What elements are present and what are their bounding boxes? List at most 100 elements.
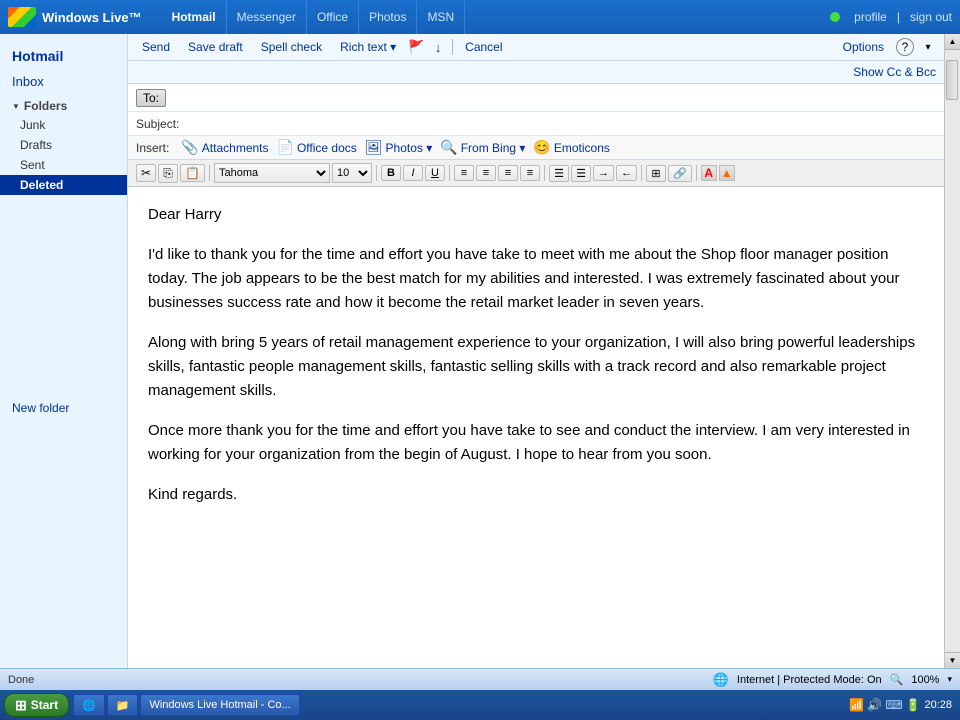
send-button[interactable]: Send [136,38,176,56]
outdent-button[interactable]: ← [616,165,637,181]
browser-window: Windows Live™ Hotmail Messenger Office P… [0,0,960,720]
insert-from-bing[interactable]: 🔍 From Bing ▾ [440,139,525,156]
help-icon[interactable]: ? [896,38,914,56]
windows-live-logo: Windows Live™ [8,7,162,27]
sidebar-brand: Hotmail [0,42,127,70]
nav-hotmail[interactable]: Hotmail [162,0,227,34]
tray-icon-3: ⌨ [885,698,902,712]
font-color-icon: A [704,166,713,180]
arrow-icon[interactable]: ▾ [920,39,936,55]
format-bar: ✂ ⎘ 📋 Tahoma Arial Times New Roman 10 12… [128,160,944,187]
save-draft-button[interactable]: Save draft [182,38,249,56]
tray-icon-2: 🔊 [867,698,882,712]
profile-link[interactable]: profile [854,10,887,24]
format-paste[interactable]: 📋 [180,164,205,182]
nav-messenger[interactable]: Messenger [227,0,307,34]
options-button[interactable]: Options [837,38,890,56]
bold-button[interactable]: B [381,165,401,181]
font-size-select[interactable]: 10 12 14 [332,163,372,183]
subject-label: Subject: [136,117,196,131]
status-bar: Done 🌐 Internet | Protected Mode: On 🔍 1… [0,668,960,690]
taskbar-folder-icon[interactable]: 📁 [107,694,139,716]
taskbar-window[interactable]: Windows Live Hotmail - Co... [140,694,299,716]
email-paragraph-2: Along with bring 5 years of retail manag… [148,331,924,403]
show-cc-bcc-link[interactable]: Show Cc & Bcc [853,65,936,79]
sidebar-folders-toggle[interactable]: ▼ Folders [0,93,127,115]
insert-office-docs[interactable]: 📄 Office docs [277,139,357,156]
font-select[interactable]: Tahoma Arial Times New Roman [214,163,330,183]
rich-text-button[interactable]: Rich text ▾ [334,38,402,56]
format-sep-4 [544,165,545,181]
new-folder-link[interactable]: New folder [0,395,127,421]
to-input[interactable] [196,88,936,107]
numbers-button[interactable]: ☰ [571,165,591,182]
link-button[interactable]: 🔗 [668,165,692,182]
format-sep-2 [376,165,377,181]
zoom-icon: 🔍 [890,673,904,686]
email-paragraph-1: I'd like to thank you for the time and e… [148,243,924,315]
underline-button[interactable]: U [425,165,445,181]
insert-emoticons[interactable]: 😊 Emoticons [533,139,609,156]
insert-bar: Insert: 📎 Attachments 📄 Office docs 🖼 Ph… [128,136,944,160]
sidebar-inbox[interactable]: Inbox [0,70,127,93]
cancel-button[interactable]: Cancel [459,38,508,56]
security-zone-icon: 🌐 [713,672,729,688]
nav-office[interactable]: Office [307,0,359,34]
sidebar-folder-drafts[interactable]: Drafts [0,135,127,155]
to-label-container: To: [136,89,196,107]
email-body[interactable]: Dear Harry I'd like to thank you for the… [128,187,944,668]
compose-area: Send Save draft Spell check Rich text ▾ … [128,34,944,668]
sidebar-folder-deleted[interactable]: Deleted [0,175,127,195]
format-copy[interactable]: ⎘ [158,164,178,183]
indent-button[interactable]: → [593,165,614,181]
highlight-color-button[interactable]: ▲ [719,165,735,181]
format-sep-3 [449,165,450,181]
scroll-up-button[interactable]: ▲ [945,34,960,50]
insert-photos-label: Photos ▾ [386,141,433,155]
italic-button[interactable]: I [403,165,423,181]
window-label: Windows Live Hotmail - Co... [149,699,290,711]
subject-input[interactable] [196,116,936,131]
scroll-thumb[interactable] [946,60,958,100]
top-header: Windows Live™ Hotmail Messenger Office P… [0,0,960,34]
sidebar-folder-sent[interactable]: Sent [0,155,127,175]
scrollbar[interactable]: ▲ ▼ [944,34,960,668]
subject-row: Subject: [128,112,944,136]
align-left-button[interactable]: ≡ [454,165,474,181]
scroll-track[interactable] [945,50,960,652]
windows-live-flag-icon [8,7,36,27]
justify-button[interactable]: ≡ [520,165,540,181]
scroll-down-button[interactable]: ▼ [945,652,960,668]
nav-msn[interactable]: MSN [417,0,465,34]
header-right-links: profile | sign out [830,10,952,24]
align-right-button[interactable]: ≡ [498,165,518,181]
align-center-button[interactable]: ≡ [476,165,496,181]
nav-photos[interactable]: Photos [359,0,417,34]
priority-icon[interactable]: ↓ [430,39,446,55]
zoom-dropdown-icon[interactable]: ▾ [947,674,952,685]
start-button[interactable]: ⊞ Start [4,693,69,717]
insert-attachments[interactable]: 📎 Attachments [181,139,268,156]
top-nav-links: Hotmail Messenger Office Photos MSN [162,0,466,34]
format-sep-5 [641,165,642,181]
sidebar-folder-junk[interactable]: Junk [0,115,127,135]
bing-icon: 🔍 [440,139,457,156]
format-cut[interactable]: ✂ [136,164,156,182]
clock: 20:28 [924,699,952,711]
to-button[interactable]: To: [136,89,166,107]
bullets-button[interactable]: ☰ [549,165,569,182]
online-indicator [830,12,840,22]
signout-link[interactable]: sign out [910,10,952,24]
table-button[interactable]: ⊞ [646,165,666,182]
taskbar: ⊞ Start 🌐 📁 Windows Live Hotmail - Co...… [0,690,960,720]
folder-icon: 📁 [116,699,130,712]
start-orb: ⊞ [15,697,27,714]
email-greeting: Dear Harry [148,203,924,227]
show-cc-bcc: Show Cc & Bcc [128,61,944,84]
font-color-button[interactable]: A [701,165,717,181]
ie-icon: 🌐 [82,699,96,712]
insert-photos[interactable]: 🖼 Photos ▾ [365,139,433,156]
flag-icon[interactable]: 🚩 [408,39,424,55]
taskbar-ie-icon[interactable]: 🌐 [73,694,105,716]
spell-check-button[interactable]: Spell check [255,38,328,56]
